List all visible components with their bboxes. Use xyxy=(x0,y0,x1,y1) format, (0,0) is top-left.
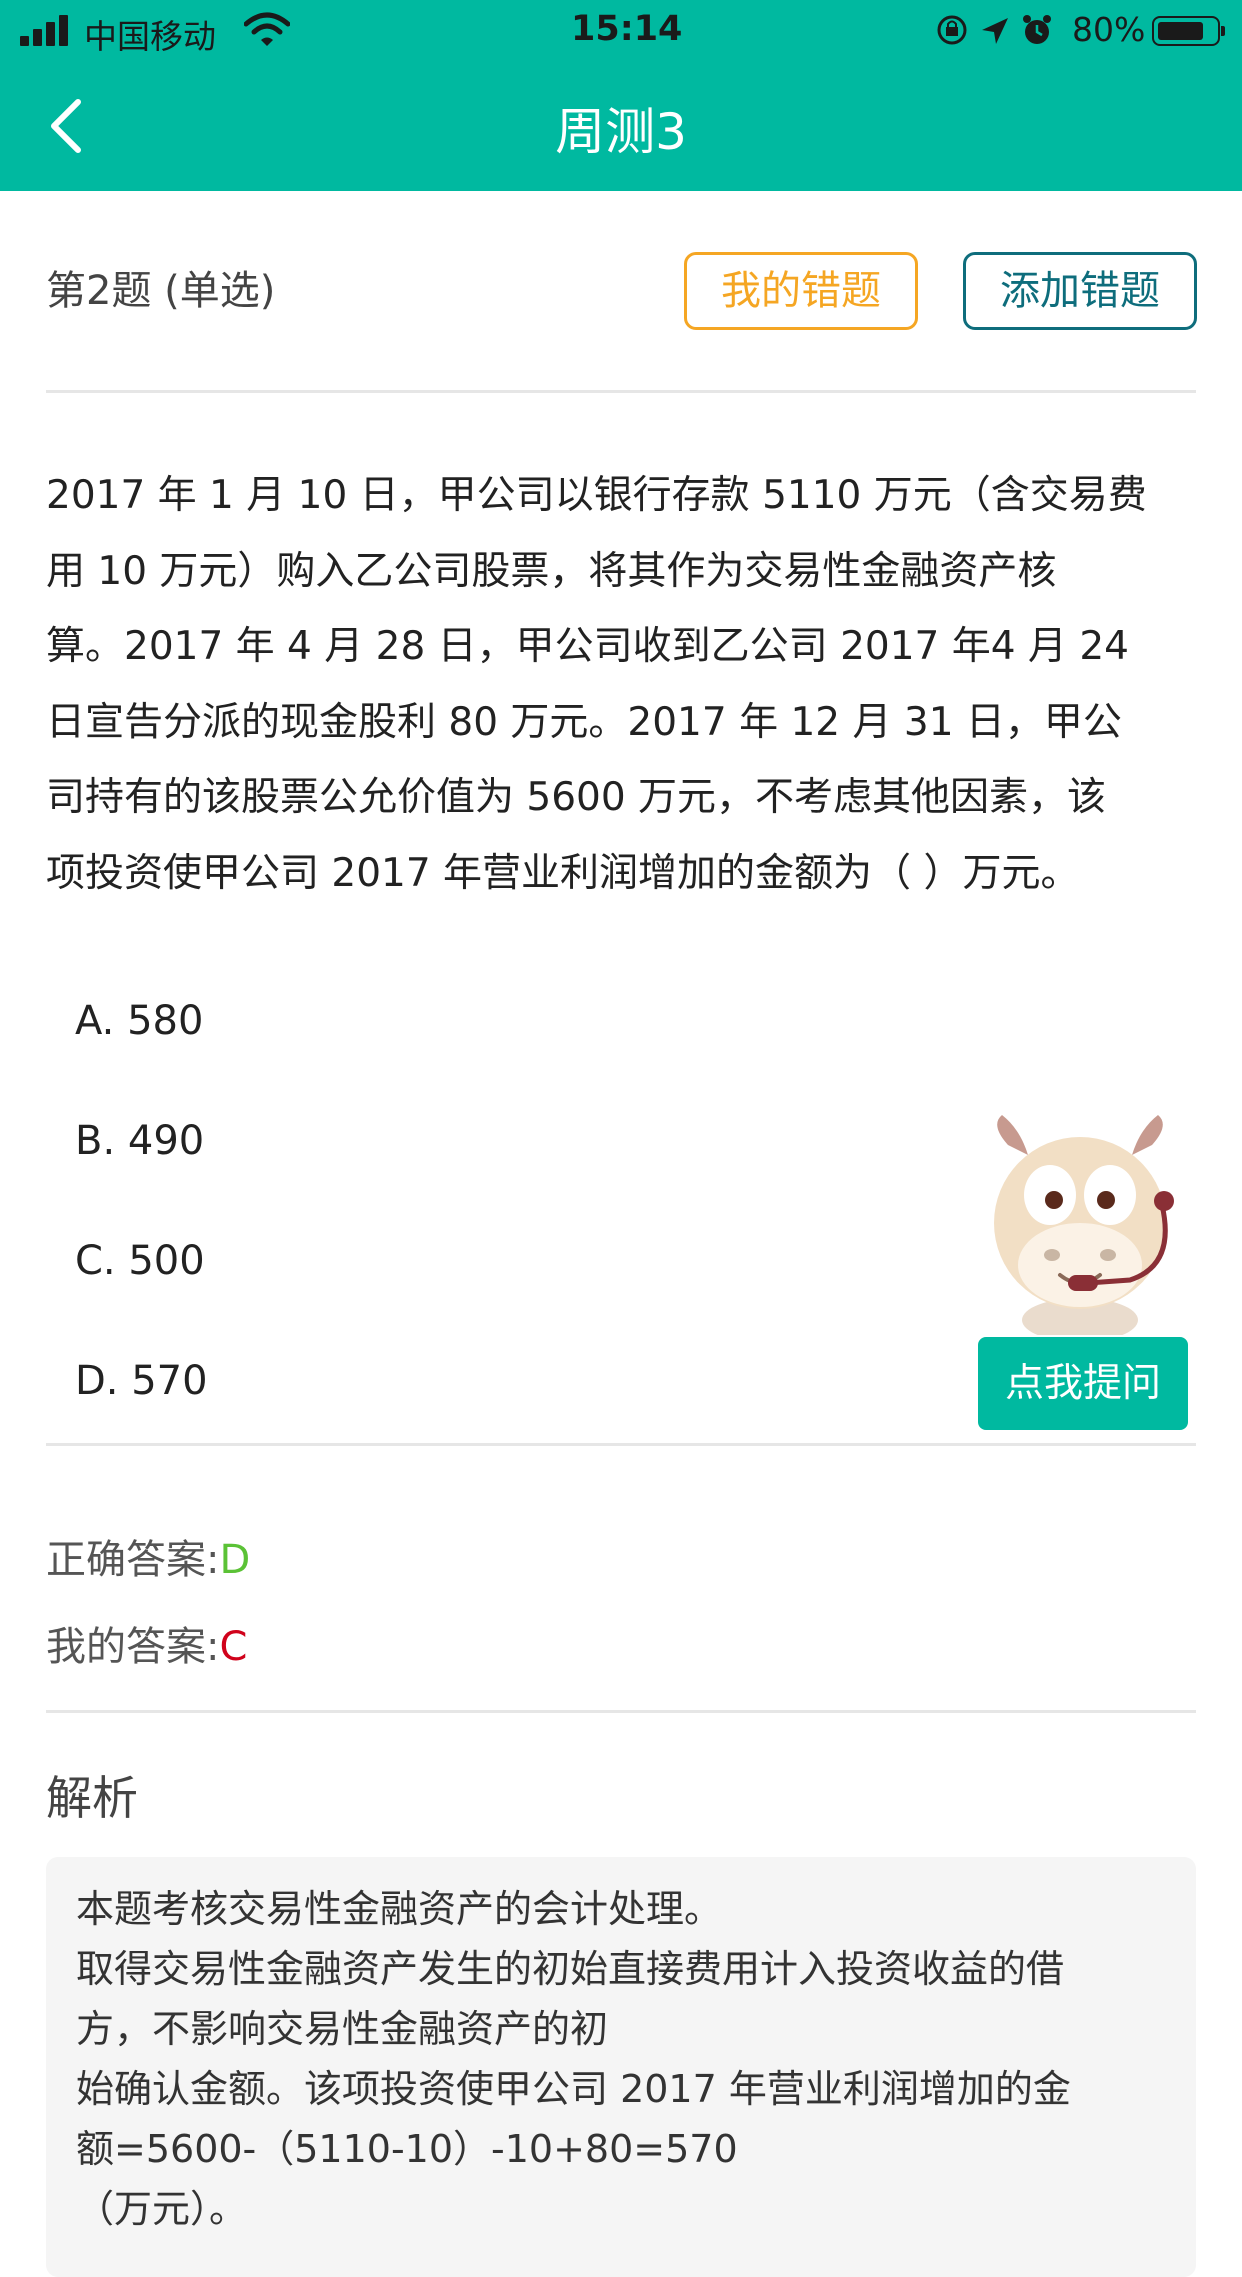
my-answer-value: C xyxy=(219,1624,248,1670)
add-mistake-button[interactable]: 添加错题 xyxy=(963,252,1197,330)
status-time: 15:14 xyxy=(571,9,683,49)
question-number: 第2题 (单选) xyxy=(46,268,276,314)
analysis-line: 始确认金额。该项投资使甲公司 2017 年营业利润增加的金 xyxy=(76,2067,1071,2111)
divider xyxy=(46,1710,1196,1713)
my-answer-label: 我的答案: xyxy=(46,1624,220,1670)
battery-percent: 80% xyxy=(1072,10,1146,49)
question-line: 2017 年 1 月 10 日，甲公司以银行存款 5110 万元（含交易费 xyxy=(46,473,1147,518)
page-title: 周测3 xyxy=(555,103,687,161)
divider xyxy=(46,390,1196,393)
question-line: 司持有的该股票公允价值为 5600 万元，不考虑其他因素，该 xyxy=(46,775,1107,820)
ask-question-button[interactable]: 点我提问 xyxy=(978,1337,1188,1430)
analysis-line: （万元）。 xyxy=(76,2187,248,2231)
question-line: 用 10 万元）购入乙公司股票，将其作为交易性金融资产核 xyxy=(46,548,1057,594)
correct-answer-row: 正确答案:D xyxy=(46,1527,250,1585)
battery-icon xyxy=(1152,16,1225,46)
analysis-box: 本题考核交易性金融资产的会计处理。 取得交易性金融资产发生的初始直接费用计入投资… xyxy=(46,1857,1196,2277)
status-icons xyxy=(937,15,1051,45)
status-bar: 中国移动 15:14 80% xyxy=(0,0,1242,62)
my-mistakes-button[interactable]: 我的错题 xyxy=(684,252,918,330)
option-d[interactable]: D. 570 xyxy=(75,1358,208,1404)
option-c[interactable]: C. 500 xyxy=(75,1238,205,1284)
carrier-name: 中国移动 xyxy=(84,17,216,56)
signal-icon xyxy=(20,14,70,46)
cow-mascot-icon[interactable] xyxy=(980,1115,1180,1335)
analysis-text: 本题考核交易性金融资产的会计处理。 取得交易性金融资产发生的初始直接费用计入投资… xyxy=(76,1879,1171,2239)
alarm-icon xyxy=(1023,15,1051,44)
correct-answer-label: 正确答案: xyxy=(46,1537,220,1583)
rotation-lock-icon xyxy=(937,15,967,45)
analysis-line: 额=5600-（5110-10）-10+80=570 xyxy=(76,2127,738,2171)
location-icon xyxy=(982,18,1008,44)
wifi-icon xyxy=(244,12,290,46)
top-bar: 中国移动 15:14 80% 周测3 xyxy=(0,0,1242,191)
question-line: 项投资使甲公司 2017 年营业利润增加的金额为（ ）万元。 xyxy=(46,850,1080,896)
analysis-line: 方，不影响交易性金融资产的初 xyxy=(76,2007,609,2051)
option-b[interactable]: B. 490 xyxy=(75,1118,204,1164)
question-line: 算。2017 年 4 月 28 日，甲公司收到乙公司 2017 年4 月 24 xyxy=(46,624,1129,669)
option-a[interactable]: A. 580 xyxy=(75,998,203,1044)
divider xyxy=(46,1443,1196,1446)
my-answer-row: 我的答案:C xyxy=(46,1614,247,1672)
analysis-title: 解析 xyxy=(46,1771,138,1825)
analysis-line: 取得交易性金融资产发生的初始直接费用计入投资收益的借 xyxy=(76,1947,1065,1991)
correct-answer-value: D xyxy=(219,1537,251,1583)
question-text: 2017 年 1 月 10 日，甲公司以银行存款 5110 万元（含交易费 用 … xyxy=(46,458,1196,911)
analysis-line: 本题考核交易性金融资产的会计处理。 xyxy=(76,1887,723,1931)
question-line: 日宣告分派的现金股利 80 万元。2017 年 12 月 31 日，甲公 xyxy=(46,699,1122,745)
